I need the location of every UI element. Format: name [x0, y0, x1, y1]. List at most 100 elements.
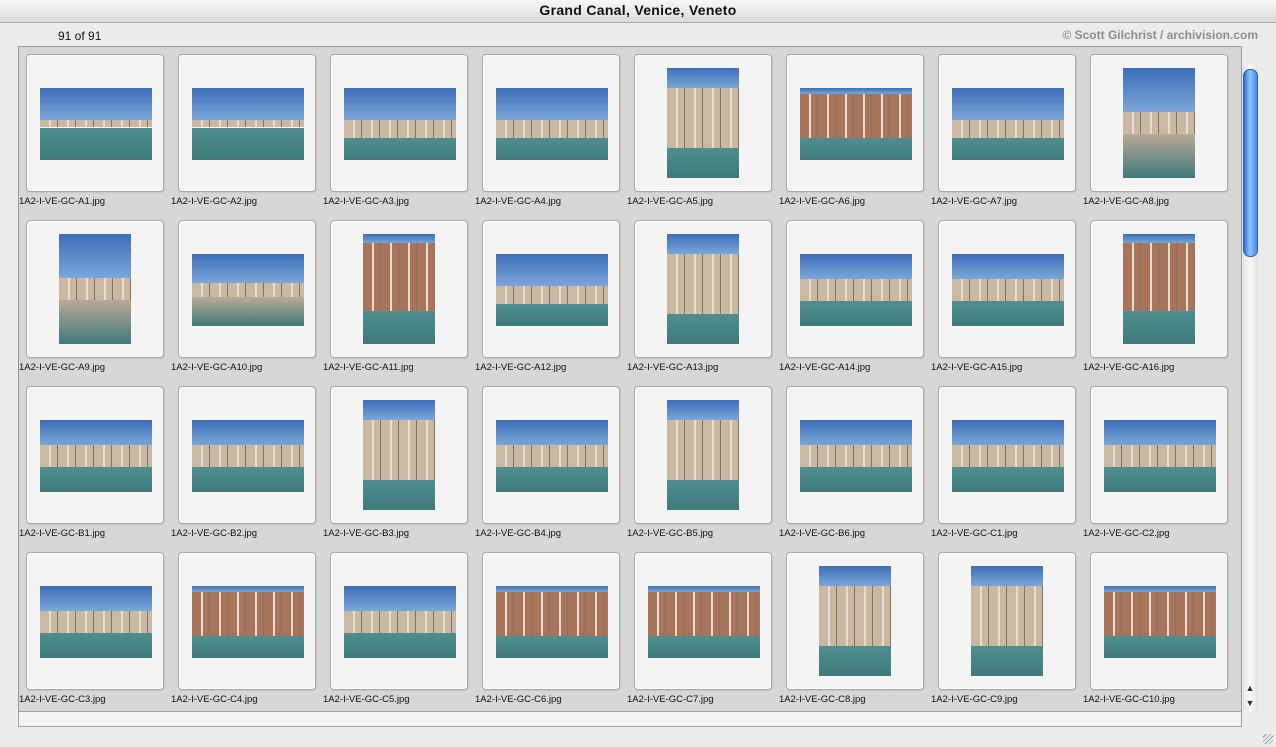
thumbnail-image	[363, 400, 435, 510]
slide-mount[interactable]	[938, 386, 1076, 524]
thumbnail-item[interactable]: 1A2-I-VE-GC-A8.jpg	[1083, 47, 1235, 213]
thumbnail-item[interactable]: 1A2-I-VE-GC-C1.jpg	[931, 379, 1083, 545]
thumbnail-filename: 1A2-I-VE-GC-B6.jpg	[779, 528, 866, 539]
thumbnail-item[interactable]: 1A2-I-VE-GC-C8.jpg	[779, 545, 931, 711]
slide-mount[interactable]	[26, 552, 164, 690]
thumbnail-item[interactable]: 1A2-I-VE-GC-A13.jpg	[627, 213, 779, 379]
thumbnail-item[interactable]: 1A2-I-VE-GC-C4.jpg	[171, 545, 323, 711]
thumbnail-item[interactable]: 1A2-I-VE-GC-A7.jpg	[931, 47, 1083, 213]
thumbnail-item[interactable]: 1A2-I-VE-GC-A15.jpg	[931, 213, 1083, 379]
thumbnail-item[interactable]: 1A2-I-VE-GC-C7.jpg	[627, 545, 779, 711]
scroll-down-arrow-icon[interactable]: ▼	[1244, 697, 1256, 709]
thumbnail-image	[667, 400, 739, 510]
thumbnail-filename: 1A2-I-VE-GC-B4.jpg	[475, 528, 562, 539]
thumbnail-item[interactable]: 1A2-I-VE-GC-A1.jpg	[19, 47, 171, 213]
thumbnail-item[interactable]: 1A2-I-VE-GC-B2.jpg	[171, 379, 323, 545]
thumbnail-image	[667, 234, 739, 344]
slide-mount[interactable]	[786, 220, 924, 358]
slide-mount[interactable]	[330, 552, 468, 690]
thumbnail-item[interactable]: 1A2-I-VE-GC-B4.jpg	[475, 379, 627, 545]
slide-mount[interactable]	[482, 552, 620, 690]
thumbnail-item[interactable]: 1A2-I-VE-GC-B5.jpg	[627, 379, 779, 545]
thumbnail-item[interactable]: 1A2-I-VE-GC-C2.jpg	[1083, 379, 1235, 545]
thumbnail-filename: 1A2-I-VE-GC-A9.jpg	[19, 362, 106, 373]
slide-mount[interactable]	[786, 552, 924, 690]
resize-grip-icon[interactable]	[1263, 734, 1273, 744]
slide-mount[interactable]	[26, 220, 164, 358]
slide-mount[interactable]	[634, 552, 772, 690]
thumbnail-image	[1104, 420, 1216, 492]
thumbnail-image	[40, 88, 152, 160]
scroll-up-arrow-icon[interactable]: ▲	[1244, 682, 1256, 694]
slide-mount[interactable]	[938, 220, 1076, 358]
thumbnail-item[interactable]: 1A2-I-VE-GC-A5.jpg	[627, 47, 779, 213]
thumbnail-image	[344, 586, 456, 658]
slide-mount[interactable]	[1090, 220, 1228, 358]
slide-mount[interactable]	[26, 54, 164, 192]
thumbnail-item[interactable]: 1A2-I-VE-GC-A3.jpg	[323, 47, 475, 213]
thumbnail-item[interactable]: 1A2-I-VE-GC-C9.jpg	[931, 545, 1083, 711]
thumbnail-filename: 1A2-I-VE-GC-A4.jpg	[475, 196, 562, 207]
slide-mount[interactable]	[938, 54, 1076, 192]
thumbnail-filename: 1A2-I-VE-GC-A3.jpg	[323, 196, 410, 207]
thumbnail-filename: 1A2-I-VE-GC-A10.jpg	[171, 362, 263, 373]
slide-mount[interactable]	[634, 386, 772, 524]
slide-mount[interactable]	[634, 220, 772, 358]
thumbnail-item[interactable]: 1A2-I-VE-GC-B1.jpg	[19, 379, 171, 545]
thumbnail-filename: 1A2-I-VE-GC-C1.jpg	[931, 528, 1018, 539]
thumbnail-item[interactable]: 1A2-I-VE-GC-C10.jpg	[1083, 545, 1235, 711]
thumbnail-item[interactable]: 1A2-I-VE-GC-A14.jpg	[779, 213, 931, 379]
thumbnail-image	[800, 88, 912, 160]
thumbnail-item[interactable]: 1A2-I-VE-GC-A4.jpg	[475, 47, 627, 213]
thumbnail-item[interactable]: 1A2-I-VE-GC-A6.jpg	[779, 47, 931, 213]
thumbnail-image	[800, 420, 912, 492]
thumbnail-filename: 1A2-I-VE-GC-A1.jpg	[19, 196, 106, 207]
slide-mount[interactable]	[330, 54, 468, 192]
thumbnail-image	[192, 88, 304, 160]
thumbnail-filename: 1A2-I-VE-GC-B5.jpg	[627, 528, 714, 539]
scrollbar-thumb[interactable]	[1243, 69, 1258, 257]
vertical-scrollbar[interactable]	[1242, 64, 1258, 712]
slide-mount[interactable]	[1090, 552, 1228, 690]
slide-mount[interactable]	[178, 54, 316, 192]
thumbnail-item[interactable]: 1A2-I-VE-GC-C6.jpg	[475, 545, 627, 711]
slide-mount[interactable]	[178, 220, 316, 358]
thumbnail-filename: 1A2-I-VE-GC-C6.jpg	[475, 694, 562, 705]
horizontal-scrollbar[interactable]	[18, 711, 1242, 727]
slide-mount[interactable]	[26, 386, 164, 524]
slide-mount[interactable]	[482, 386, 620, 524]
slide-mount[interactable]	[634, 54, 772, 192]
slide-mount[interactable]	[482, 220, 620, 358]
slide-mount[interactable]	[178, 386, 316, 524]
thumbnail-image	[344, 88, 456, 160]
thumbnail-filename: 1A2-I-VE-GC-A13.jpg	[627, 362, 719, 373]
thumbnail-item[interactable]: 1A2-I-VE-GC-A2.jpg	[171, 47, 323, 213]
copyright-notice: © Scott Gilchrist / archivision.com	[1062, 28, 1258, 42]
thumbnail-item[interactable]: 1A2-I-VE-GC-A16.jpg	[1083, 213, 1235, 379]
thumbnail-image	[952, 254, 1064, 326]
slide-mount[interactable]	[178, 552, 316, 690]
slide-mount[interactable]	[786, 386, 924, 524]
thumbnail-filename: 1A2-I-VE-GC-C8.jpg	[779, 694, 866, 705]
thumbnail-item[interactable]: 1A2-I-VE-GC-A12.jpg	[475, 213, 627, 379]
thumbnail-filename: 1A2-I-VE-GC-B1.jpg	[19, 528, 106, 539]
slide-mount[interactable]	[1090, 386, 1228, 524]
thumbnail-item[interactable]: 1A2-I-VE-GC-A10.jpg	[171, 213, 323, 379]
slide-mount[interactable]	[330, 220, 468, 358]
thumbnail-filename: 1A2-I-VE-GC-A11.jpg	[323, 362, 414, 373]
thumbnail-image	[496, 420, 608, 492]
slide-mount[interactable]	[786, 54, 924, 192]
thumbnail-item[interactable]: 1A2-I-VE-GC-B3.jpg	[323, 379, 475, 545]
slide-mount[interactable]	[1090, 54, 1228, 192]
thumbnail-filename: 1A2-I-VE-GC-C10.jpg	[1083, 694, 1175, 705]
slide-mount[interactable]	[938, 552, 1076, 690]
thumbnail-item[interactable]: 1A2-I-VE-GC-A9.jpg	[19, 213, 171, 379]
thumbnail-item[interactable]: 1A2-I-VE-GC-C3.jpg	[19, 545, 171, 711]
slide-mount[interactable]	[330, 386, 468, 524]
thumbnail-image	[496, 586, 608, 658]
slide-mount[interactable]	[482, 54, 620, 192]
thumbnail-item[interactable]: 1A2-I-VE-GC-A11.jpg	[323, 213, 475, 379]
thumbnail-filename: 1A2-I-VE-GC-A7.jpg	[931, 196, 1018, 207]
thumbnail-item[interactable]: 1A2-I-VE-GC-C5.jpg	[323, 545, 475, 711]
thumbnail-item[interactable]: 1A2-I-VE-GC-B6.jpg	[779, 379, 931, 545]
